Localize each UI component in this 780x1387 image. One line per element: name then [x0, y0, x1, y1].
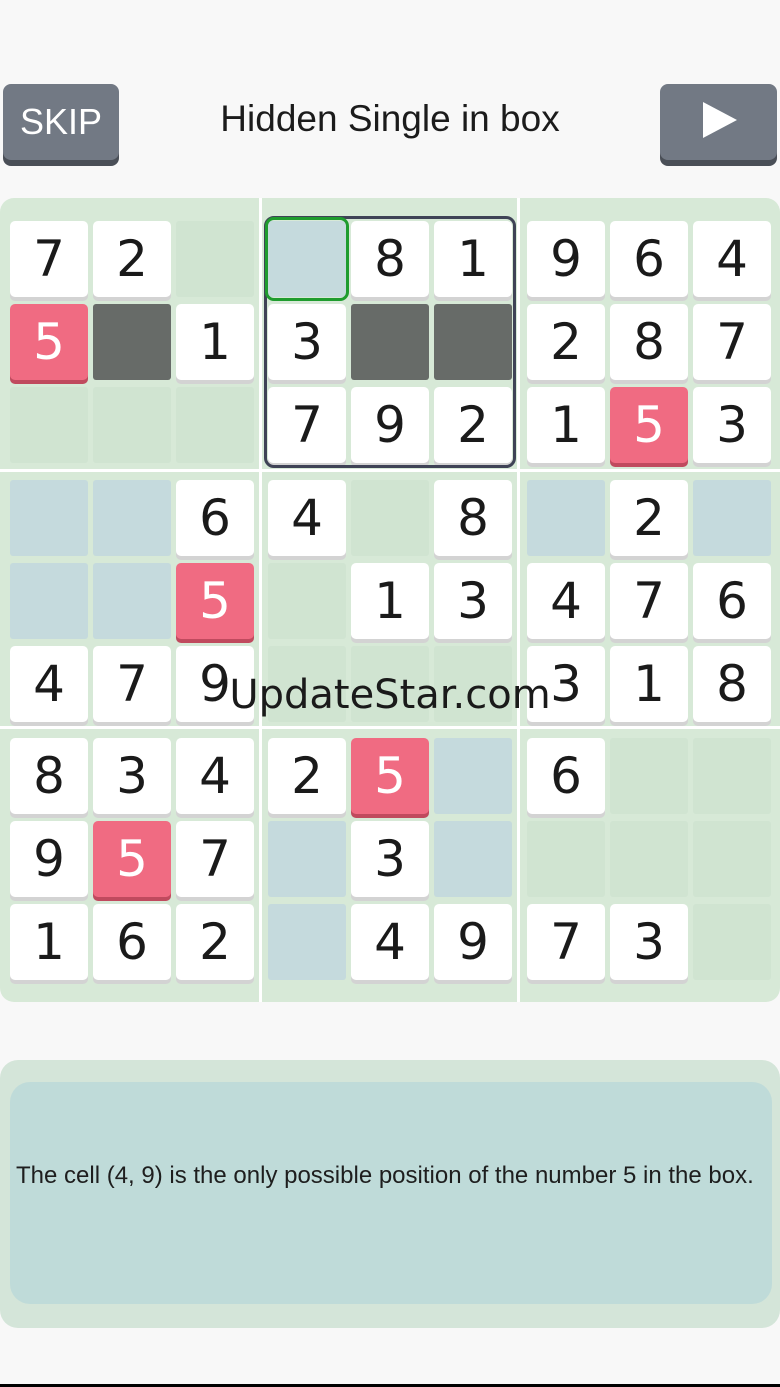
highlighted-cell[interactable]: 5 [176, 563, 254, 639]
given-cell[interactable]: 8 [693, 646, 771, 722]
given-cell[interactable]: 8 [10, 738, 88, 814]
hint-text: The cell (4, 9) is the only possible pos… [16, 1162, 754, 1189]
given-cell[interactable]: 3 [693, 387, 771, 463]
given-cell[interactable]: 8 [610, 304, 688, 380]
given-cell[interactable]: 1 [176, 304, 254, 380]
given-cell[interactable]: 9 [176, 646, 254, 722]
empty-cell[interactable] [351, 480, 429, 556]
empty-cell[interactable] [268, 646, 346, 722]
given-cell[interactable]: 2 [93, 221, 171, 297]
given-cell[interactable]: 7 [610, 563, 688, 639]
given-cell[interactable]: 7 [268, 387, 346, 463]
box-separator-horizontal [0, 726, 780, 729]
given-cell[interactable]: 6 [527, 738, 605, 814]
hint-panel: The cell (4, 9) is the only possible pos… [0, 1060, 780, 1328]
given-cell[interactable]: 9 [527, 221, 605, 297]
empty-cell[interactable] [268, 221, 346, 297]
empty-cell[interactable] [176, 221, 254, 297]
given-cell[interactable]: 3 [351, 821, 429, 897]
eliminated-cell[interactable] [434, 304, 512, 380]
empty-cell[interactable] [93, 563, 171, 639]
given-cell[interactable]: 2 [268, 738, 346, 814]
given-cell[interactable]: 6 [693, 563, 771, 639]
given-cell[interactable]: 2 [434, 387, 512, 463]
sudoku-board: 7281964513287792153648251347647931883425… [0, 198, 780, 1002]
given-cell[interactable]: 9 [434, 904, 512, 980]
given-cell[interactable]: 3 [93, 738, 171, 814]
given-cell[interactable]: 9 [10, 821, 88, 897]
given-cell[interactable]: 3 [268, 304, 346, 380]
given-cell[interactable]: 4 [10, 646, 88, 722]
empty-cell[interactable] [268, 904, 346, 980]
given-cell[interactable]: 7 [527, 904, 605, 980]
empty-cell[interactable] [434, 738, 512, 814]
given-cell[interactable]: 1 [434, 221, 512, 297]
given-cell[interactable]: 6 [176, 480, 254, 556]
given-cell[interactable]: 1 [10, 904, 88, 980]
empty-cell[interactable] [693, 904, 771, 980]
empty-cell[interactable] [434, 821, 512, 897]
highlighted-cell[interactable]: 5 [93, 821, 171, 897]
empty-cell[interactable] [10, 480, 88, 556]
given-cell[interactable]: 4 [176, 738, 254, 814]
empty-cell[interactable] [351, 646, 429, 722]
given-cell[interactable]: 7 [693, 304, 771, 380]
given-cell[interactable]: 1 [351, 563, 429, 639]
given-cell[interactable]: 3 [610, 904, 688, 980]
given-cell[interactable]: 3 [434, 563, 512, 639]
empty-cell[interactable] [693, 738, 771, 814]
play-icon [699, 100, 739, 144]
given-cell[interactable]: 9 [351, 387, 429, 463]
given-cell[interactable]: 2 [610, 480, 688, 556]
empty-cell[interactable] [93, 387, 171, 463]
highlighted-cell[interactable]: 5 [610, 387, 688, 463]
eliminated-cell[interactable] [93, 304, 171, 380]
given-cell[interactable]: 8 [434, 480, 512, 556]
empty-cell[interactable] [693, 480, 771, 556]
given-cell[interactable]: 7 [93, 646, 171, 722]
empty-cell[interactable] [268, 821, 346, 897]
empty-cell[interactable] [93, 480, 171, 556]
given-cell[interactable]: 2 [176, 904, 254, 980]
given-cell[interactable]: 6 [610, 221, 688, 297]
empty-cell[interactable] [693, 821, 771, 897]
empty-cell[interactable] [434, 646, 512, 722]
given-cell[interactable]: 6 [93, 904, 171, 980]
given-cell[interactable]: 8 [351, 221, 429, 297]
given-cell[interactable]: 4 [527, 563, 605, 639]
highlighted-cell[interactable]: 5 [10, 304, 88, 380]
given-cell[interactable]: 3 [527, 646, 605, 722]
given-cell[interactable]: 7 [10, 221, 88, 297]
given-cell[interactable]: 4 [693, 221, 771, 297]
empty-cell[interactable] [10, 563, 88, 639]
eliminated-cell[interactable] [351, 304, 429, 380]
given-cell[interactable]: 1 [610, 646, 688, 722]
empty-cell[interactable] [527, 480, 605, 556]
box-separator-horizontal [0, 469, 780, 472]
given-cell[interactable]: 4 [268, 480, 346, 556]
lesson-title: Hidden Single in box [220, 98, 560, 139]
empty-cell[interactable] [268, 563, 346, 639]
hint-message-box: The cell (4, 9) is the only possible pos… [10, 1082, 772, 1304]
skip-button[interactable]: SKIP [3, 84, 119, 160]
given-cell[interactable]: 2 [527, 304, 605, 380]
given-cell[interactable]: 1 [527, 387, 605, 463]
empty-cell[interactable] [610, 738, 688, 814]
given-cell[interactable]: 7 [176, 821, 254, 897]
next-step-button[interactable] [660, 84, 777, 160]
empty-cell[interactable] [527, 821, 605, 897]
given-cell[interactable]: 4 [351, 904, 429, 980]
skip-button-label: SKIP [19, 101, 103, 142]
empty-cell[interactable] [10, 387, 88, 463]
empty-cell[interactable] [176, 387, 254, 463]
box-separator-vertical [259, 198, 262, 1002]
highlighted-cell[interactable]: 5 [351, 738, 429, 814]
app-screen: SKIP Hidden Single in box 72819645132877… [0, 0, 780, 1387]
box-separator-vertical [517, 198, 520, 1002]
empty-cell[interactable] [610, 821, 688, 897]
